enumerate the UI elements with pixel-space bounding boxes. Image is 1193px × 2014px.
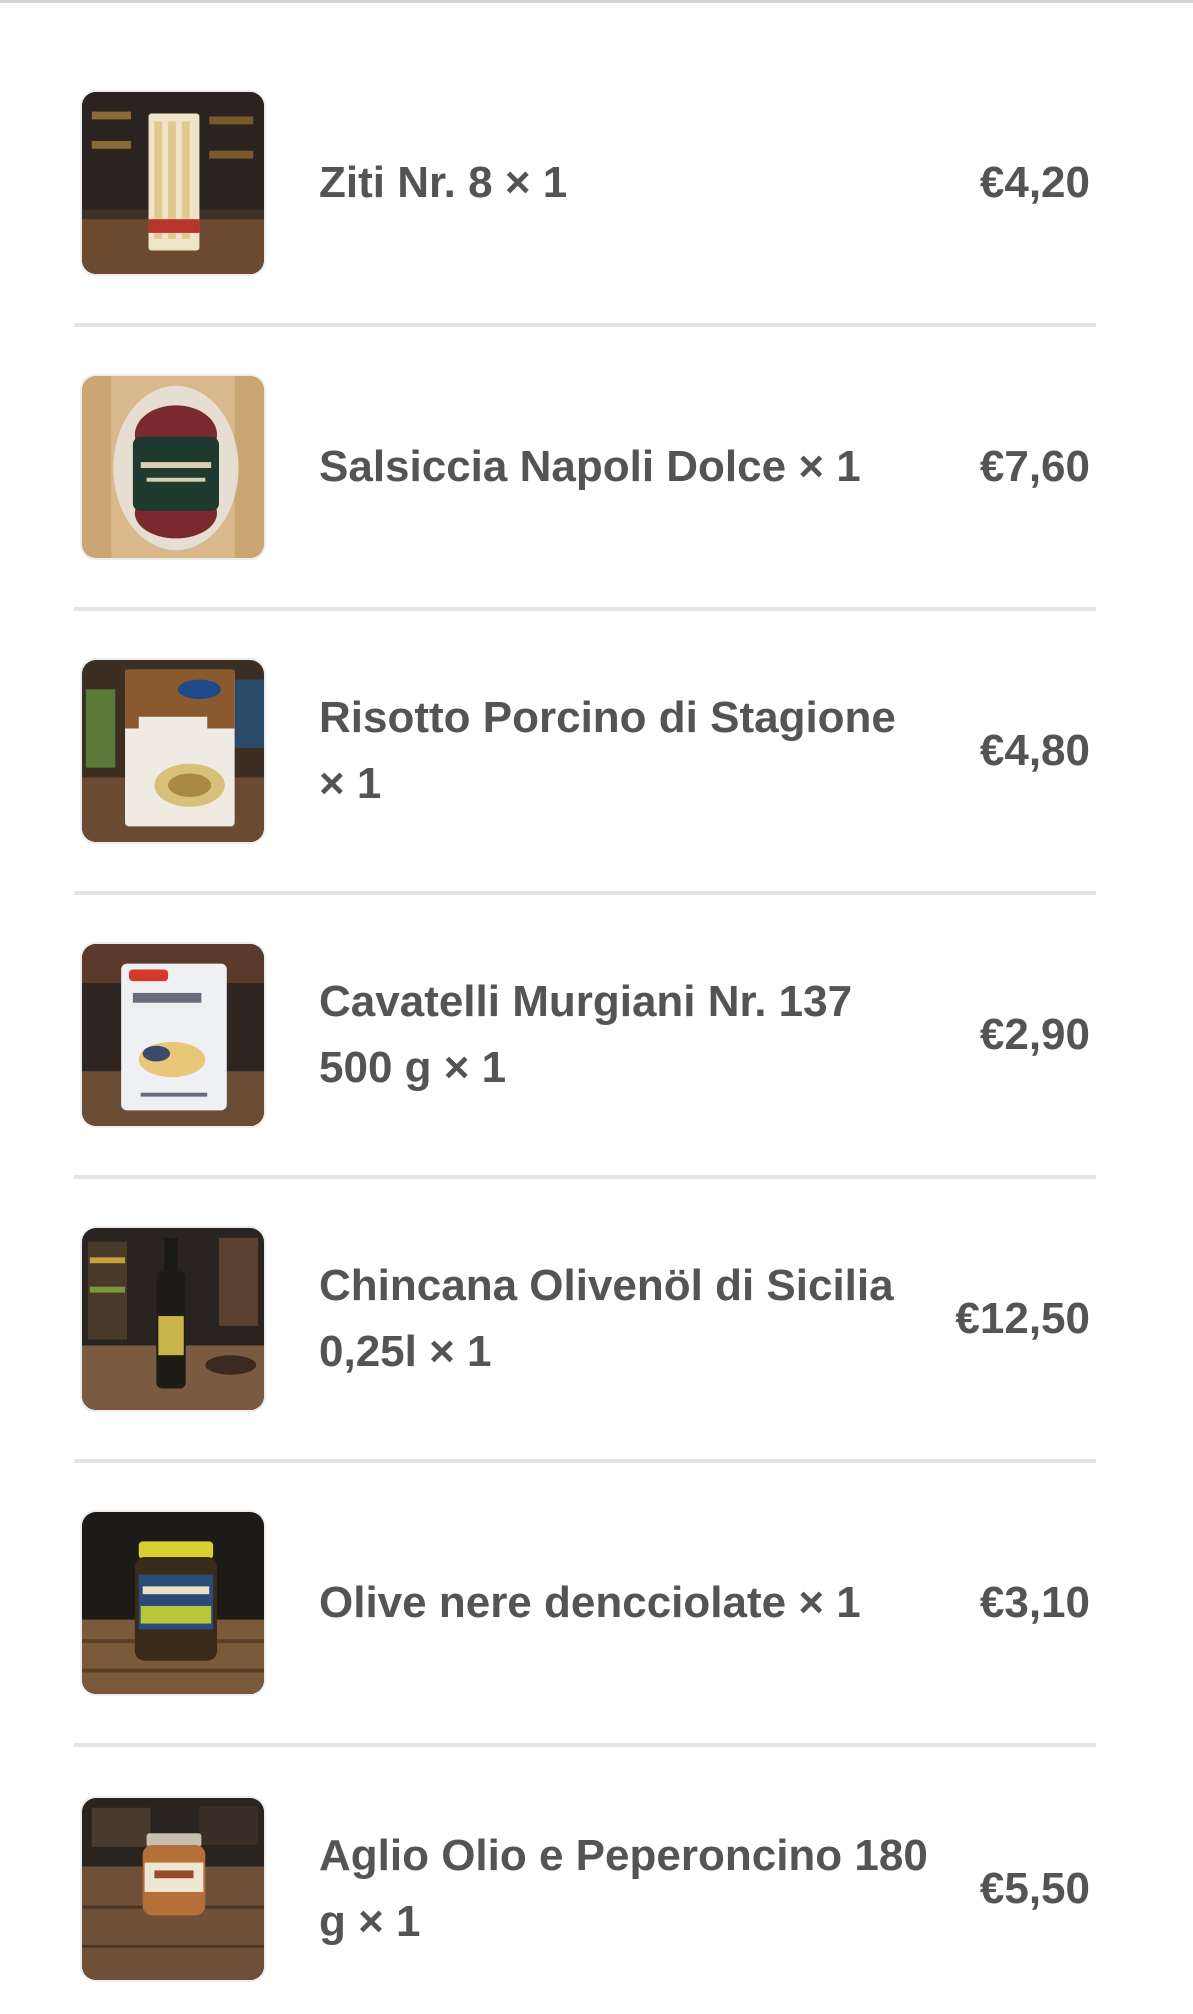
order-item-row[interactable]: Olive nere dencciolate × 1 €3,10	[74, 1463, 1096, 1747]
item-name: Aglio Olio e Peperoncino 180 g × 1	[319, 1831, 928, 1946]
order-item-row[interactable]: Salsiccia Napoli Dolce × 1 €7,60	[74, 327, 1096, 611]
item-price: €5,50	[979, 1864, 1090, 1913]
order-item-row[interactable]: Aglio Olio e Peperoncino 180 g × 1 €5,50	[74, 1747, 1096, 2014]
item-name: Chincana Olivenöl di Sicilia 0,25l × 1	[319, 1261, 894, 1376]
item-name: Risotto Porcino di Stagione × 1	[319, 693, 896, 808]
sauce-jar-photo	[80, 1796, 266, 1982]
pasta-package-photo	[80, 90, 266, 276]
order-item-list: Ziti Nr. 8 × 1 €4,20 Salsiccia Napoli Do…	[74, 43, 1096, 2014]
order-item-row[interactable]: Cavatelli Murgiani Nr. 137 500 g × 1 €2,…	[74, 895, 1096, 1179]
order-item-row[interactable]: Ziti Nr. 8 × 1 €4,20	[74, 43, 1096, 327]
item-price: €4,20	[979, 158, 1090, 207]
olive-oil-bottle-photo	[80, 1226, 266, 1412]
item-price: €3,10	[979, 1578, 1090, 1627]
item-price: €2,90	[979, 1010, 1090, 1059]
risotto-package-photo	[80, 658, 266, 844]
item-name: Olive nere dencciolate × 1	[319, 1578, 861, 1627]
order-item-row[interactable]: Chincana Olivenöl di Sicilia 0,25l × 1 €…	[74, 1179, 1096, 1463]
olive-jar-photo	[80, 1510, 266, 1696]
item-name: Cavatelli Murgiani Nr. 137 500 g × 1	[319, 977, 853, 1092]
top-divider	[0, 0, 1193, 3]
item-price: €12,50	[955, 1294, 1090, 1343]
item-price: €7,60	[979, 442, 1090, 491]
sausage-package-photo	[80, 374, 266, 560]
item-name: Salsiccia Napoli Dolce × 1	[319, 442, 861, 491]
item-name: Ziti Nr. 8 × 1	[319, 158, 568, 207]
cavatelli-package-photo	[80, 942, 266, 1128]
order-item-row[interactable]: Risotto Porcino di Stagione × 1 €4,80	[74, 611, 1096, 895]
item-price: €4,80	[979, 726, 1090, 775]
